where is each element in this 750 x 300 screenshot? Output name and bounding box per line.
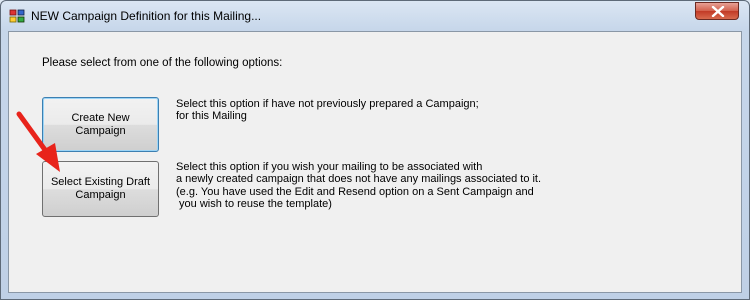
description-line: (e.g. You have used the Edit and Resend … bbox=[176, 185, 534, 198]
create-button-label-line2: Campaign bbox=[75, 124, 126, 137]
description-line: a newly created campaign that does not h… bbox=[176, 173, 542, 186]
dialog-content: Please select from one of the following … bbox=[8, 31, 742, 293]
description-line: Select this option if you wish your mail… bbox=[176, 161, 483, 173]
existing-button-label-line2: Campaign bbox=[75, 189, 126, 201]
annotation-arrow-icon bbox=[16, 111, 60, 172]
window-title: NEW Campaign Definition for this Mailing… bbox=[31, 9, 262, 23]
dialog-window: NEW Campaign Definition for this Mailing… bbox=[0, 0, 750, 300]
description-line: you wish to reuse the template) bbox=[176, 197, 332, 210]
create-button-label-line1: Create New bbox=[71, 111, 130, 124]
description-line: for this Mailing bbox=[176, 110, 247, 123]
prompt-text: Please select from one of the following … bbox=[42, 57, 283, 69]
close-button[interactable] bbox=[695, 2, 739, 20]
create-new-description: Select this option if have not previousl… bbox=[176, 98, 479, 123]
title-bar[interactable]: NEW Campaign Definition for this Mailing… bbox=[1, 1, 749, 31]
close-icon bbox=[711, 6, 725, 17]
app-icon bbox=[9, 9, 25, 23]
description-line: Select this option if have not previousl… bbox=[176, 98, 479, 110]
select-existing-description: Select this option if you wish your mail… bbox=[176, 161, 541, 210]
